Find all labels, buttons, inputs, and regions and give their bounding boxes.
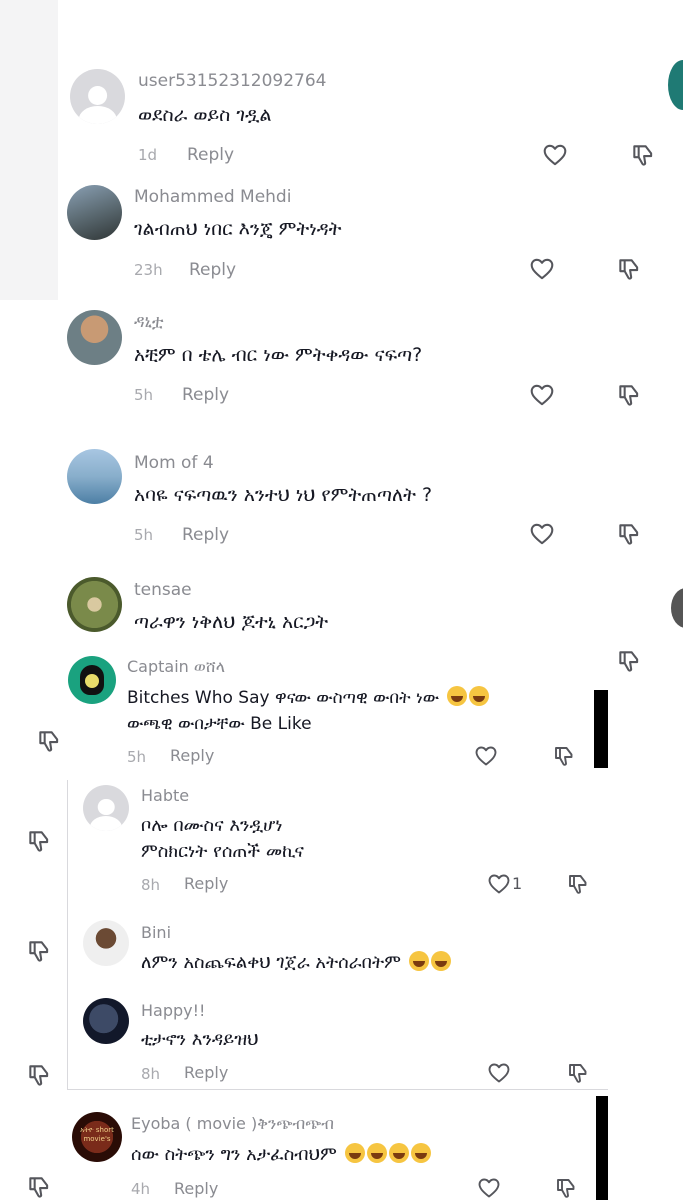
rofl-emoji-icon <box>468 686 489 706</box>
heart-icon[interactable] <box>477 1176 501 1200</box>
comment-time: 8h <box>141 1065 161 1083</box>
comment-text: ጣራዋን ነቅለህ ጆተኒ አርጋት <box>134 611 329 633</box>
comment-username[interactable]: Mohammed Mehdi <box>134 187 291 207</box>
dislike-icon[interactable] <box>566 1061 590 1085</box>
avatar[interactable] <box>83 998 129 1044</box>
right-teal-fragment <box>668 60 683 110</box>
comment-username[interactable]: Mom of 4 <box>134 453 214 473</box>
comment-text-line2: ምስክርነት የሰጠች መኪና <box>141 841 304 862</box>
laugh-emoji-icon <box>344 1143 365 1163</box>
laugh-emoji-icon <box>408 951 429 971</box>
avatar[interactable] <box>67 449 122 504</box>
right-avatar-fragment <box>671 588 683 628</box>
comment-time: 8h <box>141 876 161 894</box>
avatar-logo-text: አትዮ short movie's <box>80 1126 114 1143</box>
laugh-emoji-icon <box>388 1143 409 1163</box>
comment-text: አቺም በ ቴሌ ብር ነው ምትቀዳው ናፍጣ? <box>134 344 423 366</box>
comment-username[interactable]: user53152312092764 <box>138 71 327 91</box>
comment-text-line1: ቦሎ በሙስና እንዷሆነ <box>141 815 283 836</box>
laugh-emoji-icon <box>410 1143 431 1163</box>
heart-icon[interactable] <box>487 872 511 896</box>
dislike-icon[interactable] <box>616 521 642 547</box>
comment-text-line1: Bitches Who Say ዋናው ውስጣዊ ውበት ነው <box>127 688 440 708</box>
comment-text: ለምን አስጨፍልቀህ ገጀራ አትሰራበትም <box>141 949 451 977</box>
avatar[interactable] <box>83 785 129 831</box>
panel-border <box>68 1089 608 1090</box>
comment-time: 1d <box>138 146 158 164</box>
heart-icon[interactable] <box>529 521 555 547</box>
heart-icon[interactable] <box>542 142 568 168</box>
dislike-icon[interactable] <box>616 382 642 408</box>
like-count: 1 <box>512 874 523 893</box>
comment-text-content: ሰው ስትጭን ግን አታፈስብህም <box>131 1144 337 1165</box>
dislike-icon[interactable] <box>26 828 52 854</box>
comment-username[interactable]: Happy!! <box>141 1001 205 1020</box>
comment-text: ገልብጠህ ነበር እንጄ ምትነዳት <box>134 218 342 240</box>
comment-time: 5h <box>134 526 154 544</box>
reply-button[interactable]: Reply <box>184 874 228 893</box>
dislike-icon[interactable] <box>26 938 52 964</box>
reply-button[interactable]: Reply <box>170 746 214 765</box>
comment-time: 5h <box>134 386 154 404</box>
dislike-icon[interactable] <box>630 142 656 168</box>
laugh-emoji-icon <box>430 951 451 971</box>
comment-username[interactable]: ዳኒቷ <box>134 312 164 332</box>
heart-icon[interactable] <box>474 744 498 768</box>
dislike-icon[interactable] <box>26 1174 52 1200</box>
dislike-icon[interactable] <box>26 1062 52 1088</box>
comment-text: ቲታኖን እንዳይዝህ <box>141 1029 259 1050</box>
comment-username[interactable]: tensae <box>134 580 192 600</box>
dislike-icon[interactable] <box>616 256 642 282</box>
reply-button[interactable]: Reply <box>187 145 234 165</box>
laugh-emoji-icon <box>366 1143 387 1163</box>
reply-button[interactable]: Reply <box>184 1063 228 1082</box>
comment-username[interactable]: Bini <box>141 923 171 942</box>
dislike-icon[interactable] <box>566 872 590 896</box>
comment-text: አባዬ ናፍጣዉን አንተህ ነህ የምትጠጣለት ? <box>134 484 433 506</box>
comment-text-content: ለምን አስጨፍልቀህ ገጀራ አትሰራበትም <box>141 952 401 973</box>
comment-time: 23h <box>134 261 163 279</box>
avatar[interactable] <box>67 185 122 240</box>
thread-line <box>67 780 68 1090</box>
comment-username[interactable]: Habte <box>141 786 189 805</box>
comment-time: 4h <box>131 1180 151 1198</box>
comment-username[interactable]: Eyoba ( movie )ቅንጭብጭብ <box>131 1114 334 1134</box>
avatar[interactable]: አትዮ short movie's <box>72 1112 122 1162</box>
avatar[interactable] <box>70 69 125 124</box>
dislike-icon[interactable] <box>616 648 642 674</box>
comment-text: ወደስራ ወይስ ገዷል <box>138 104 272 126</box>
comment-text: ሰው ስትጭን ግን አታፈስብህም <box>131 1141 431 1169</box>
reply-button[interactable]: Reply <box>189 260 236 280</box>
heart-icon[interactable] <box>487 1061 511 1085</box>
avatar[interactable] <box>67 577 122 632</box>
reply-button[interactable]: Reply <box>182 525 229 545</box>
comment-username[interactable]: Captain ወሸላ <box>127 657 225 677</box>
panel-edge <box>594 690 608 768</box>
panel-edge <box>596 1096 608 1200</box>
comment-text-line2: ውጫዊ ውበታቸው Be Like <box>127 714 312 734</box>
heart-icon[interactable] <box>529 256 555 282</box>
comment-text: Bitches Who Say ዋናው ውስጣዊ ውበት ነው <box>127 684 489 712</box>
rofl-emoji-icon <box>446 686 467 706</box>
dislike-icon[interactable] <box>552 744 576 768</box>
avatar[interactable] <box>67 310 122 365</box>
reply-button[interactable]: Reply <box>174 1179 218 1198</box>
avatar[interactable] <box>83 920 129 966</box>
heart-icon[interactable] <box>529 382 555 408</box>
reply-button[interactable]: Reply <box>182 385 229 405</box>
dislike-icon[interactable] <box>36 728 62 754</box>
comment-time: 5h <box>127 748 147 766</box>
avatar[interactable] <box>68 656 116 704</box>
dislike-icon[interactable] <box>554 1176 578 1200</box>
left-gray-margin <box>0 0 58 300</box>
